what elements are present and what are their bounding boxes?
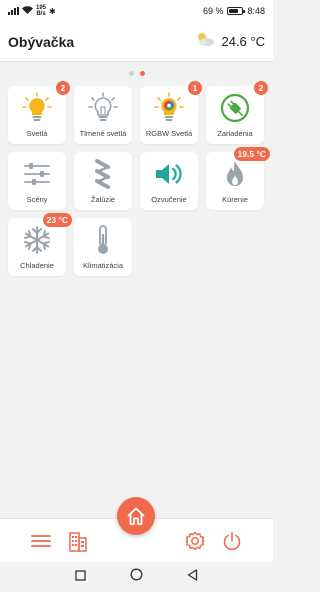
page-dot-2[interactable] xyxy=(139,71,145,76)
speaker-icon xyxy=(152,157,186,191)
flame-icon xyxy=(218,157,252,191)
snowflake-icon xyxy=(20,223,54,257)
settings-icon xyxy=(185,530,205,551)
menu-icon xyxy=(31,534,51,547)
partly-cloudy-icon xyxy=(195,31,215,52)
count-badge: 1 xyxy=(188,81,202,95)
tile-label: Ozvučenie xyxy=(151,195,187,204)
bulb-dim-icon xyxy=(86,91,120,125)
tile-zariadenia[interactable]: Zariadenia 2 xyxy=(206,81,268,144)
temperature-badge: 19.5 °C xyxy=(233,147,270,161)
room-title: Obývačka xyxy=(8,33,75,50)
bulb-on-icon xyxy=(20,91,54,125)
tile-chladenie[interactable]: Chladenie 23 °C xyxy=(8,213,72,276)
clock: 8:48 xyxy=(247,6,265,16)
rgbw-bulb-icon xyxy=(152,91,186,125)
count-badge: 2 xyxy=(254,81,268,95)
tile-svetla[interactable]: Svetlá 2 xyxy=(8,81,70,144)
tile-kurenie[interactable]: Kúrenie 19.5 °C xyxy=(206,147,270,210)
page-dot-1[interactable] xyxy=(128,71,134,76)
power-button[interactable] xyxy=(219,528,245,554)
tile-rgbw-svetla[interactable]: RGBW Svetlá 1 xyxy=(140,81,202,144)
tile-label: Zariadenia xyxy=(217,129,253,138)
home-icon xyxy=(127,507,145,525)
system-home-button[interactable] xyxy=(130,568,143,586)
tile-label: RGBW Svetlá xyxy=(145,129,193,138)
menu-button[interactable] xyxy=(28,528,54,554)
circle-icon xyxy=(130,568,143,581)
recents-button[interactable] xyxy=(75,568,86,586)
square-icon xyxy=(75,570,86,581)
thermometer-icon xyxy=(86,223,120,257)
building-icon xyxy=(69,531,87,552)
battery-icon xyxy=(227,7,246,15)
temperature: 24.6 °C xyxy=(221,34,265,49)
power-icon xyxy=(223,531,241,550)
app-header: Obývačka 24.6 °C xyxy=(0,22,273,62)
tile-klimatizacia[interactable]: Klimatizácia xyxy=(74,218,132,276)
tile-label: Žalúzie xyxy=(90,195,116,204)
tile-label: Kúrenie xyxy=(222,195,248,204)
triangle-back-icon xyxy=(187,569,198,581)
home-button[interactable] xyxy=(117,497,155,535)
bluetooth-icon: ✱ xyxy=(49,6,56,16)
count-badge: 2 xyxy=(56,81,70,95)
status-bar: 195 B/s ✱ 69 % 8:48 xyxy=(0,0,273,22)
signal-icon xyxy=(8,7,19,15)
buildings-button[interactable] xyxy=(65,528,91,554)
tile-label: Klimatizácia xyxy=(82,261,123,270)
temperature-badge: 23 °C xyxy=(42,213,72,227)
sliders-icon xyxy=(20,157,54,191)
plug-icon xyxy=(218,91,252,125)
blinds-icon xyxy=(86,157,120,191)
back-button[interactable] xyxy=(187,568,198,586)
tile-zaluzie[interactable]: Žalúzie xyxy=(74,152,132,210)
tile-label: Tlmené svetlá xyxy=(79,129,127,138)
network-speed: 195 B/s xyxy=(36,5,47,17)
page-indicator xyxy=(0,71,273,76)
wifi-icon xyxy=(22,6,33,16)
weather-widget[interactable]: 24.6 °C xyxy=(195,31,265,52)
tile-ozvucenie[interactable]: Ozvučenie xyxy=(140,152,198,210)
tile-tlmene-svetla[interactable]: Tlmené svetlá xyxy=(74,86,132,144)
battery-percent: 69 % xyxy=(202,6,224,16)
tile-sceny[interactable]: Scény xyxy=(8,152,66,210)
tile-label: Chladenie xyxy=(20,261,54,270)
tile-label: Scény xyxy=(26,195,48,204)
settings-button[interactable] xyxy=(182,528,208,554)
tile-label: Svetlá xyxy=(26,129,48,138)
system-nav-bar xyxy=(0,562,273,592)
